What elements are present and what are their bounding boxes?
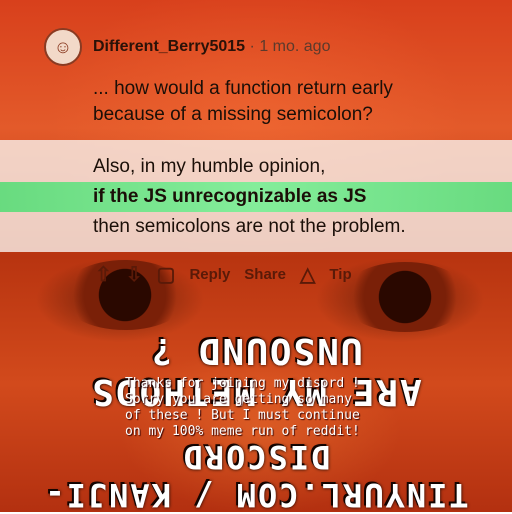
meta-separator: · (249, 38, 255, 55)
tip-button[interactable]: Tip (329, 266, 351, 283)
comment-header: ☺ Different_Berry5015 · 1 mo. ago ... ho… (0, 0, 512, 140)
comment-actions: ⇧ ⇩ ▢ Reply Share △ Tip (95, 262, 352, 287)
username[interactable]: Different_Berry5015 (93, 38, 245, 55)
right-eye-decor (340, 262, 470, 332)
comment-line-bold: if the JS unrecognizable as JS (93, 186, 367, 207)
award-icon[interactable]: △ (300, 262, 315, 287)
comment-line: ... how would a function return early (93, 78, 393, 99)
timestamp[interactable]: 1 mo. ago (259, 38, 330, 55)
comment-line: because of a missing semicolon? (93, 104, 373, 125)
comment-line: then semicolons are not the problem. (93, 216, 406, 237)
comment-body-paragraph-2: Also, in my humble opinion, if the JS un… (93, 152, 406, 242)
share-button[interactable]: Share (244, 266, 286, 283)
chat-bubble-icon[interactable]: ▢ (157, 262, 176, 287)
comment-body-paragraph-1: ... how would a function return early be… (93, 76, 473, 128)
comment-line: Also, in my humble opinion, (93, 156, 326, 177)
arrow-down-icon[interactable]: ⇩ (126, 262, 143, 287)
overlay-message: Thanks for joining my disord ! Sorry you… (125, 376, 360, 439)
user-avatar[interactable]: ☺ (44, 28, 82, 66)
bottom-banner-text: TINYURL.COM / KANJI-DISCORD (43, 438, 469, 514)
arrow-up-icon[interactable]: ⇧ (95, 262, 112, 287)
reply-button[interactable]: Reply (189, 266, 230, 283)
comment-meta: Different_Berry5015 · 1 mo. ago (93, 38, 330, 56)
